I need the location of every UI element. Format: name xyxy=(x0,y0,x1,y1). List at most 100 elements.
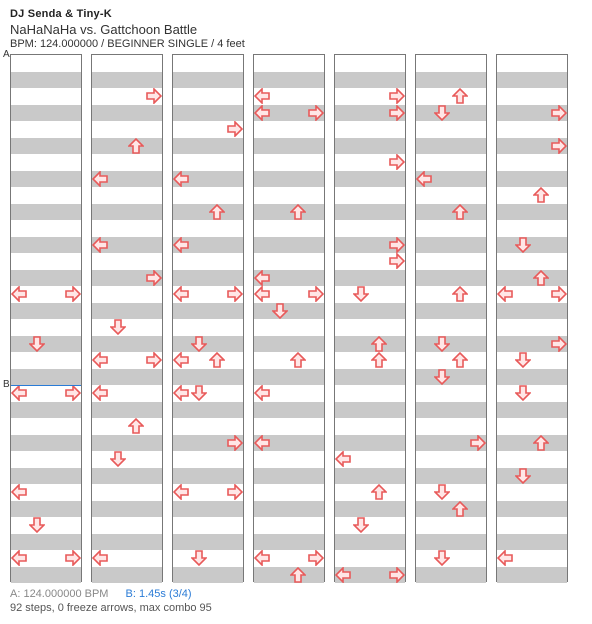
chart-column xyxy=(172,54,244,582)
step-arrow-d xyxy=(29,517,45,533)
step-arrow-d xyxy=(191,550,207,566)
step-arrow-l xyxy=(92,385,108,401)
step-arrow-d xyxy=(515,468,531,484)
step-arrow-l xyxy=(173,385,189,401)
artist-name: DJ Senda & Tiny-K xyxy=(10,8,582,20)
legend-b: B: 1.45s (3/4) xyxy=(126,588,192,600)
step-arrow-l xyxy=(335,567,351,583)
step-arrow-d xyxy=(515,237,531,253)
step-arrow-l xyxy=(254,550,270,566)
step-arrow-d xyxy=(515,352,531,368)
step-arrow-l xyxy=(254,286,270,302)
step-chart: AB xyxy=(10,54,582,582)
step-arrow-d xyxy=(353,286,369,302)
step-arrow-r xyxy=(227,121,243,137)
step-arrow-d xyxy=(515,385,531,401)
step-arrow-l xyxy=(173,286,189,302)
step-arrow-d xyxy=(110,319,126,335)
step-arrow-u xyxy=(290,567,306,583)
step-arrow-r xyxy=(551,138,567,154)
step-arrow-r xyxy=(308,286,324,302)
chart-meta: BPM: 124.000000 / BEGINNER SINGLE / 4 fe… xyxy=(10,38,582,50)
legend-a: A: 124.000000 BPM xyxy=(10,588,108,600)
step-arrow-l xyxy=(416,171,432,187)
step-arrow-d xyxy=(29,336,45,352)
step-arrow-l xyxy=(254,270,270,286)
step-arrow-u xyxy=(452,204,468,220)
step-arrow-u xyxy=(371,352,387,368)
step-arrow-u xyxy=(533,270,549,286)
step-arrow-d xyxy=(191,385,207,401)
step-arrow-l xyxy=(92,237,108,253)
step-arrow-l xyxy=(335,451,351,467)
step-arrow-l xyxy=(11,385,27,401)
step-arrow-l xyxy=(92,171,108,187)
chart-column xyxy=(496,54,568,582)
step-arrow-r xyxy=(389,105,405,121)
step-arrow-u xyxy=(128,418,144,434)
step-arrow-u xyxy=(209,352,225,368)
step-arrow-u xyxy=(452,286,468,302)
step-arrow-r xyxy=(470,435,486,451)
step-arrow-d xyxy=(434,336,450,352)
step-arrow-r xyxy=(227,286,243,302)
step-arrow-l xyxy=(173,484,189,500)
song-title: NaHaNaHa vs. Gattchoon Battle xyxy=(10,22,582,37)
step-arrow-l xyxy=(173,171,189,187)
step-arrow-d xyxy=(110,451,126,467)
step-arrow-r xyxy=(308,105,324,121)
step-arrow-u xyxy=(290,352,306,368)
step-arrow-d xyxy=(434,105,450,121)
chart-column xyxy=(415,54,487,582)
chart-column xyxy=(91,54,163,582)
step-arrow-r xyxy=(389,253,405,269)
step-arrow-r xyxy=(551,105,567,121)
step-arrow-l xyxy=(254,385,270,401)
step-arrow-l xyxy=(92,352,108,368)
chart-column xyxy=(334,54,406,582)
step-arrow-d xyxy=(434,484,450,500)
step-arrow-d xyxy=(434,369,450,385)
step-arrow-r xyxy=(308,550,324,566)
step-arrow-d xyxy=(353,517,369,533)
step-arrow-r xyxy=(389,154,405,170)
step-arrow-u xyxy=(452,88,468,104)
step-arrow-l xyxy=(11,484,27,500)
legend: A: 124.000000 BPM B: 1.45s (3/4) xyxy=(10,588,582,600)
step-arrow-r xyxy=(551,336,567,352)
step-arrow-l xyxy=(497,286,513,302)
step-arrow-u xyxy=(371,336,387,352)
step-arrow-l xyxy=(11,286,27,302)
step-arrow-l xyxy=(92,550,108,566)
step-arrow-r xyxy=(227,435,243,451)
step-arrow-l xyxy=(254,435,270,451)
step-arrow-d xyxy=(272,303,288,319)
section-marker: A xyxy=(3,49,10,60)
step-arrow-r xyxy=(65,286,81,302)
step-arrow-u xyxy=(209,204,225,220)
step-arrow-u xyxy=(533,435,549,451)
step-arrow-d xyxy=(191,336,207,352)
step-arrow-u xyxy=(128,138,144,154)
step-arrow-u xyxy=(452,352,468,368)
step-arrow-u xyxy=(290,204,306,220)
step-arrow-u xyxy=(452,501,468,517)
step-arrow-d xyxy=(434,550,450,566)
step-arrow-r xyxy=(389,237,405,253)
step-arrow-l xyxy=(254,105,270,121)
step-arrow-l xyxy=(11,550,27,566)
step-arrow-u xyxy=(533,187,549,203)
step-arrow-r xyxy=(389,567,405,583)
section-marker: B xyxy=(3,379,10,390)
step-arrow-r xyxy=(65,550,81,566)
step-arrow-r xyxy=(146,270,162,286)
step-arrow-l xyxy=(254,88,270,104)
chart-column: AB xyxy=(10,54,82,582)
step-arrow-u xyxy=(371,484,387,500)
step-arrow-r xyxy=(65,385,81,401)
step-arrow-l xyxy=(173,352,189,368)
step-arrow-r xyxy=(551,286,567,302)
step-arrow-r xyxy=(227,484,243,500)
chart-summary: 92 steps, 0 freeze arrows, max combo 95 xyxy=(10,602,582,614)
step-arrow-l xyxy=(497,550,513,566)
